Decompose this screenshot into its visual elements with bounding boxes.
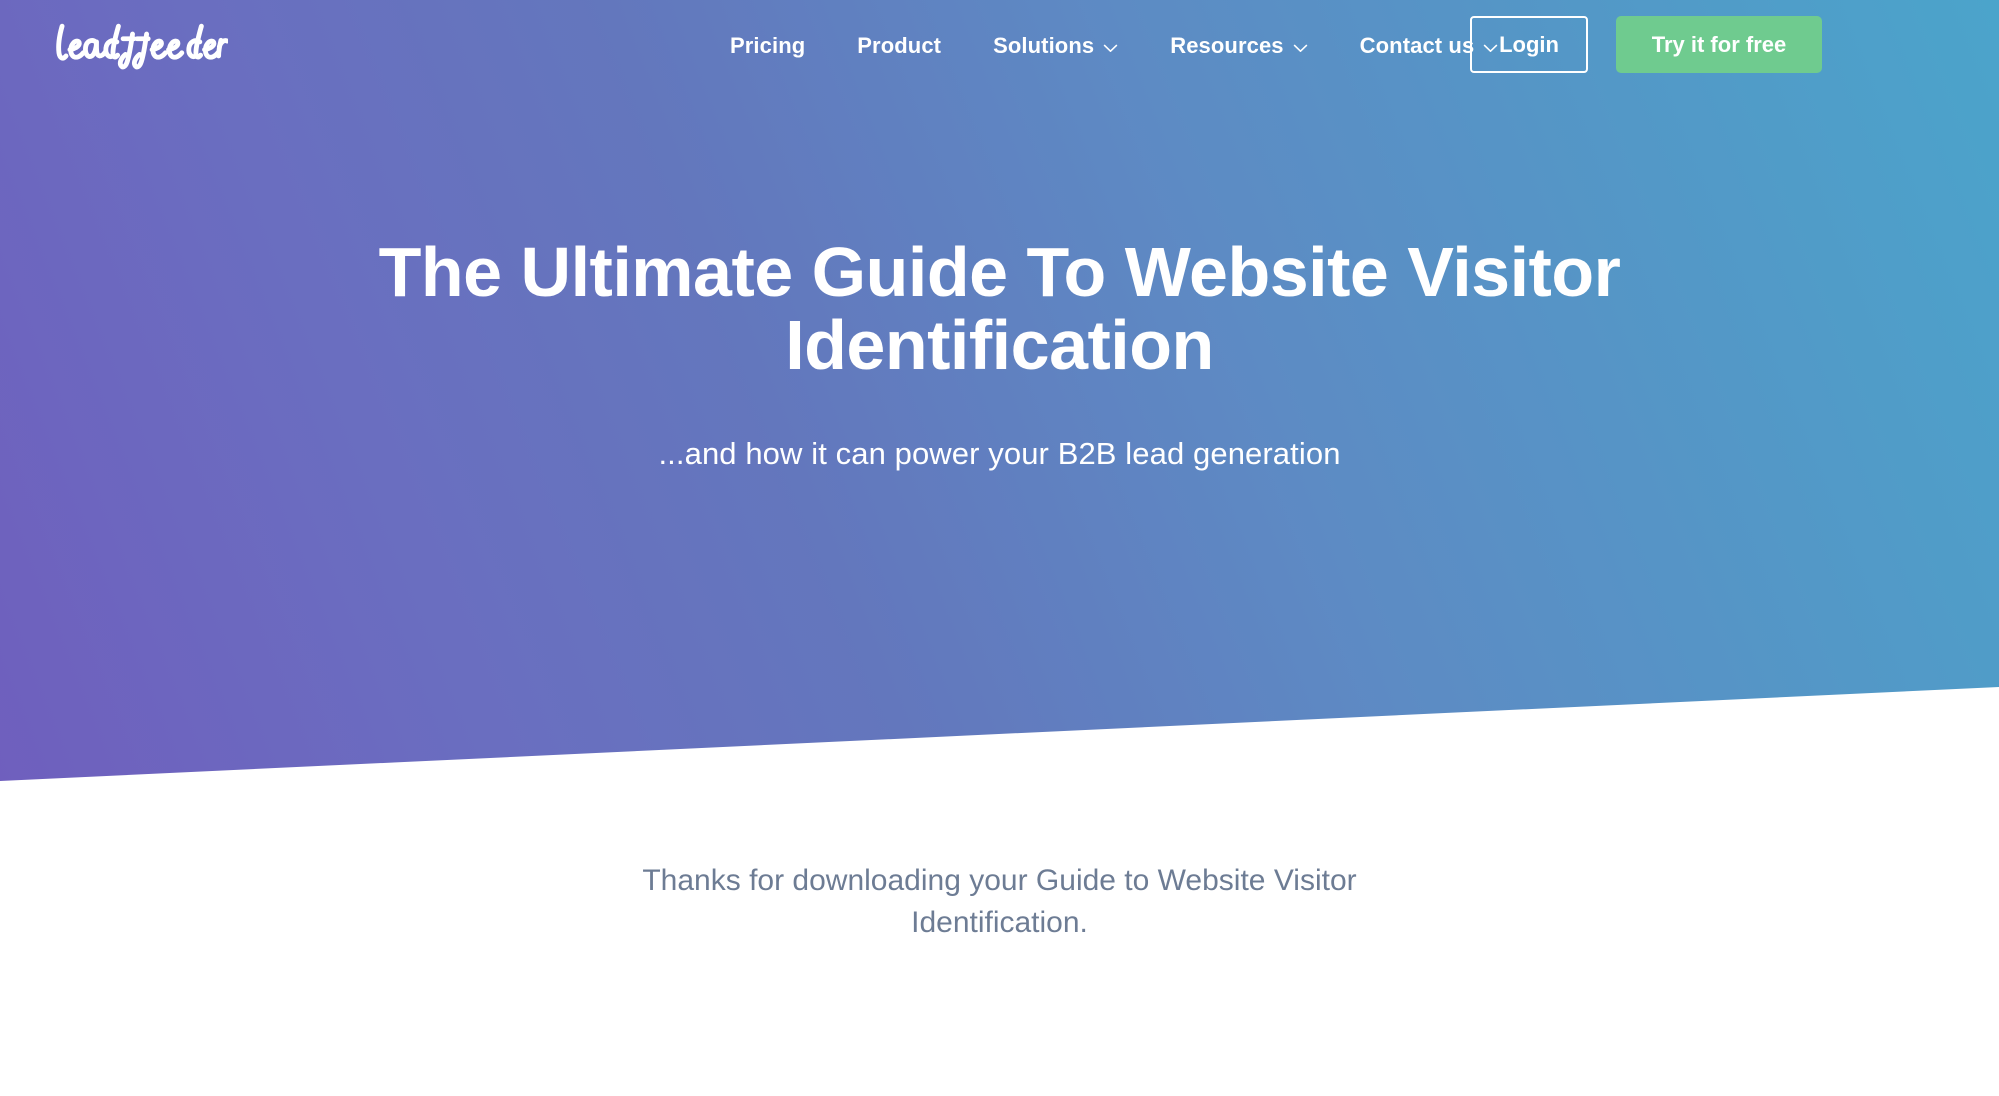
nav-label: Contact us (1359, 33, 1475, 58)
nav-label: Solutions (993, 33, 1095, 58)
try-it-for-free-label: Try it for free (1651, 31, 1787, 57)
nav-label: Pricing (730, 33, 806, 58)
login-button-label: Login (1499, 31, 1559, 57)
hero-gradient-background (0, 0, 1999, 781)
try-it-for-free-button[interactable]: Try it for free (1616, 16, 1822, 73)
nav-label: Product (857, 33, 942, 58)
nav-item-pricing[interactable]: Pricing (730, 35, 805, 57)
landing-page: Pricing Product Solutions Resources Cont… (0, 0, 1999, 1096)
thank-you-message: Thanks for downloading your Guide to Web… (642, 864, 1357, 939)
nav-item-resources[interactable]: Resources (1170, 35, 1307, 57)
nav-item-solutions[interactable]: Solutions (993, 35, 1118, 57)
hero-title: The Ultimate Guide To Website Visitor Id… (378, 233, 1621, 384)
nav-label: Resources (1170, 33, 1284, 58)
leadfeeder-logo[interactable] (48, 14, 228, 76)
nav-item-product[interactable]: Product (857, 35, 941, 57)
login-button[interactable]: Login (1470, 16, 1588, 73)
hero-subtitle: ...and how it can power your B2B lead ge… (658, 436, 1341, 471)
site-header: Pricing Product Solutions Resources Cont… (0, 0, 1999, 92)
main-content: Thanks for downloading your Guide to Web… (0, 860, 1999, 944)
chevron-down-icon (1103, 44, 1118, 53)
main-navigation: Pricing Product Solutions Resources Cont… (730, 0, 1498, 92)
chevron-down-icon (1293, 44, 1308, 53)
